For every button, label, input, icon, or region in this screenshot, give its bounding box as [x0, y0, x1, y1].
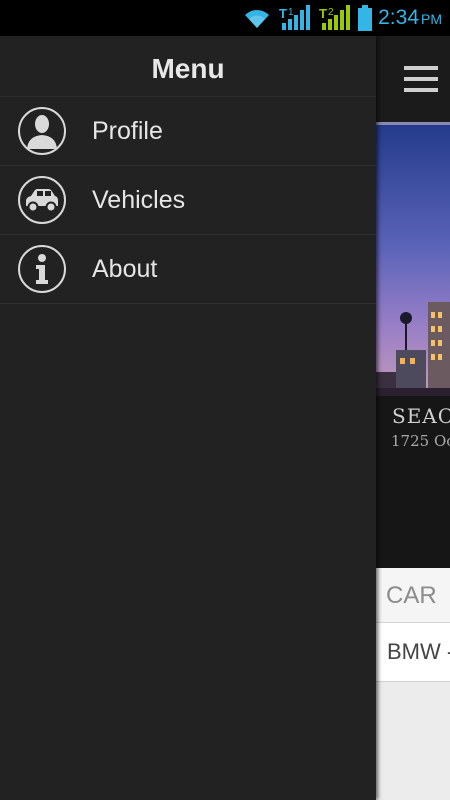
car-header-label: CAR — [386, 582, 437, 609]
main-header — [376, 36, 450, 122]
car-panel: CAR BMW - — [376, 568, 450, 800]
clock-ampm: PM — [421, 11, 442, 27]
info-icon — [18, 245, 66, 293]
clock: 2:34 PM — [378, 6, 442, 30]
svg-text:2: 2 — [328, 7, 334, 18]
battery-icon — [358, 5, 373, 31]
menu-item-label: Vehicles — [92, 186, 186, 214]
place-name: SEACA — [392, 404, 450, 428]
svg-text:T: T — [319, 6, 327, 21]
signal-sim2-icon: T 2 — [319, 5, 351, 30]
status-bar: T 1 T 2 2:34 PM — [0, 0, 450, 36]
menu-item-label: About — [92, 255, 158, 283]
status-icons: T 1 T 2 2:34 PM — [242, 2, 442, 34]
car-list-item-label: BMW - — [387, 639, 450, 664]
clock-time: 2:34 — [378, 6, 419, 29]
car-list-item[interactable]: BMW - — [376, 623, 450, 682]
hero-image — [376, 122, 450, 396]
place-address: 1725 Oc — [391, 432, 450, 450]
place-info[interactable]: SEACA 1725 Oc — [376, 396, 450, 568]
menu-item-about[interactable]: About — [0, 235, 376, 304]
menu-item-profile[interactable]: Profile — [0, 97, 376, 166]
profile-icon — [18, 107, 66, 155]
car-icon — [18, 176, 66, 224]
navigation-drawer: Menu Profile Vehicles About — [0, 36, 376, 800]
hamburger-menu-icon[interactable] — [404, 66, 438, 92]
svg-text:1: 1 — [288, 7, 294, 18]
svg-text:T: T — [279, 6, 287, 21]
wifi-icon — [245, 10, 270, 29]
signal-sim1-icon: T 1 — [279, 5, 311, 30]
menu-item-label: Profile — [92, 117, 163, 145]
drawer-title: Menu — [0, 36, 376, 97]
car-section-header: CAR — [376, 568, 450, 623]
main-content: SEACA 1725 Oc CAR BMW - — [376, 36, 450, 800]
menu-item-vehicles[interactable]: Vehicles — [0, 166, 376, 235]
